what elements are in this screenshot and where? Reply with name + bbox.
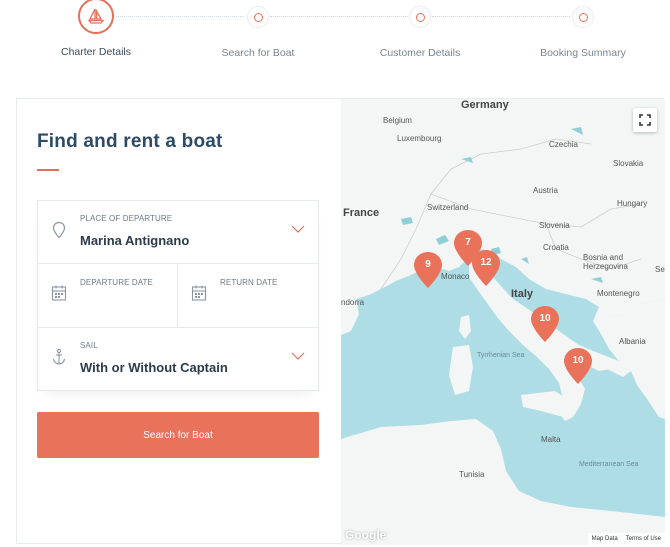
map-label: Tyrrhenian Sea: [477, 352, 525, 359]
map-label: France: [343, 207, 380, 219]
departure-select[interactable]: PLACE OF DEPARTURE Marina Antignano: [38, 201, 318, 264]
chevron-down-icon: [291, 352, 305, 360]
page-title: Find and rent a boat: [37, 131, 223, 152]
map-label: Czechia: [549, 140, 578, 149]
terms-link[interactable]: Terms of Use: [626, 536, 661, 542]
search-card: Find and rent a boat PLACE OF DEPARTURE …: [16, 98, 665, 545]
fullscreen-icon: [639, 114, 651, 126]
map-marker[interactable]: 9: [413, 251, 443, 289]
step-label: Customer Details: [379, 47, 461, 59]
map-label: Croatia: [543, 243, 569, 252]
marker-count: 7: [465, 237, 471, 248]
step-label: Charter Details: [60, 46, 132, 58]
step-dot-icon: [409, 6, 431, 28]
map-label: Bosnia and Herzegovina: [583, 253, 628, 271]
map-label: Albania: [619, 337, 646, 346]
booking-stepper: Charter Details Search for Boat Customer…: [0, 0, 670, 80]
return-date-field[interactable]: RETURN DATE: [178, 264, 318, 327]
map-label: Slovakia: [613, 159, 644, 168]
map-data-link[interactable]: Map Data: [592, 536, 618, 542]
search-form: Find and rent a boat PLACE OF DEPARTURE …: [17, 99, 341, 543]
step-charter-details[interactable]: Charter Details: [26, 0, 166, 58]
map-marker[interactable]: 12: [471, 249, 501, 287]
marker-count: 9: [425, 259, 431, 270]
step-customer-details[interactable]: Customer Details: [350, 0, 490, 59]
marker-count: 10: [539, 313, 551, 324]
marker-count: 12: [480, 257, 492, 268]
map-label: Slovenia: [539, 221, 570, 230]
calendar-icon: [191, 285, 207, 301]
chevron-down-icon: [291, 225, 305, 233]
map-label: Mediterranean Sea: [579, 461, 639, 468]
step-booking-summary[interactable]: Booking Summary: [513, 0, 653, 59]
map-label: Belgium: [383, 116, 412, 125]
fullscreen-button[interactable]: [633, 108, 657, 132]
map-label: Germany: [461, 99, 509, 111]
map-label: ndorra: [341, 298, 365, 307]
map-footer: Map Data Terms of Use: [587, 533, 665, 545]
step-label: Search for Boat: [221, 47, 295, 59]
title-underline: [37, 169, 59, 171]
marker-count: 10: [572, 355, 584, 366]
google-logo: Google: [345, 528, 387, 542]
calendar-icon: [51, 285, 67, 301]
step-dot-icon: [572, 6, 594, 28]
sail-value: With or Without Captain: [80, 360, 228, 375]
step-search-for-boat[interactable]: Search for Boat: [188, 0, 328, 59]
location-pin-icon: [52, 221, 66, 239]
map-label: Italy: [511, 288, 534, 300]
map-marker[interactable]: 10: [563, 347, 593, 385]
map-label: Hungary: [617, 199, 648, 208]
sailboat-icon: [78, 0, 114, 34]
map-label: Malta: [541, 435, 561, 444]
map-label: Tunisia: [459, 470, 485, 479]
departure-value: Marina Antignano: [80, 233, 190, 248]
departure-label: PLACE OF DEPARTURE: [80, 214, 173, 223]
date-range: DEPARTURE DATE RETURN DATE: [38, 264, 318, 328]
return-date-label: RETURN DATE: [220, 278, 278, 287]
anchor-icon: [52, 348, 66, 365]
map-label: Luxembourg: [397, 134, 442, 143]
departure-date-field[interactable]: DEPARTURE DATE: [38, 264, 178, 327]
map-label: Monaco: [441, 272, 470, 281]
map-label: Switzerland: [427, 203, 469, 212]
search-for-boat-button[interactable]: Search for Boat: [37, 412, 319, 458]
sail-label: SAIL: [80, 341, 98, 350]
search-fields: PLACE OF DEPARTURE Marina Antignano DEPA…: [37, 200, 319, 391]
map-label: Se: [655, 265, 665, 274]
map-label: Austria: [533, 186, 558, 195]
sail-select[interactable]: SAIL With or Without Captain: [38, 328, 318, 391]
step-label: Booking Summary: [540, 47, 626, 59]
step-dot-icon: [247, 6, 269, 28]
map-marker[interactable]: 10: [530, 305, 560, 343]
map-label: Montenegro: [597, 289, 640, 298]
departure-date-label: DEPARTURE DATE: [80, 278, 153, 287]
map-view[interactable]: Germany Belgium Luxembourg Czechia Slova…: [341, 99, 665, 545]
